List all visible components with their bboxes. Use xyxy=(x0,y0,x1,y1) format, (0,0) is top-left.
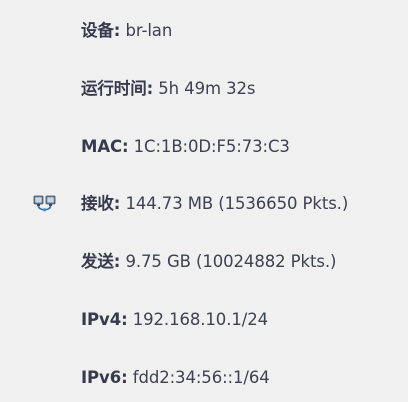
tx-label: 发送: xyxy=(81,252,121,271)
device-value: br-lan xyxy=(125,21,173,40)
tx-value: 9.75 GB (10024882 Pkts.) xyxy=(125,252,337,271)
device-row: 设备: br-lan xyxy=(81,19,172,43)
uptime-row: 运行时间: 5h 49m 32s xyxy=(81,77,255,101)
mac-row: MAC: 1C:1B:0D:F5:73:C3 xyxy=(81,135,290,159)
mac-value: 1C:1B:0D:F5:73:C3 xyxy=(133,137,290,156)
ipv4-value: 192.168.10.1/24 xyxy=(132,310,269,329)
uptime-value: 5h 49m 32s xyxy=(158,79,256,98)
ipv6-value: fdd2:34:56::1/64 xyxy=(132,368,270,387)
ipv6-row: IPv6: fdd2:34:56::1/64 xyxy=(81,366,270,390)
rx-value: 144.73 MB (1536650 Pkts.) xyxy=(125,194,349,213)
ipv6-label: IPv6: xyxy=(81,368,128,387)
uptime-label: 运行时间: xyxy=(81,79,154,98)
ipv4-label: IPv4: xyxy=(81,310,128,329)
tx-row: 发送: 9.75 GB (10024882 Pkts.) xyxy=(81,250,336,274)
rx-row: 接收: 144.73 MB (1536650 Pkts.) xyxy=(81,192,348,216)
network-bridge-icon xyxy=(33,194,57,214)
mac-label: MAC: xyxy=(81,137,129,156)
interface-status-panel: 设备: br-lan 运行时间: 5h 49m 32s MAC: 1C:1B:0… xyxy=(0,0,408,402)
device-label: 设备: xyxy=(81,21,121,40)
rx-label: 接收: xyxy=(81,194,121,213)
ipv4-row: IPv4: 192.168.10.1/24 xyxy=(81,308,268,332)
